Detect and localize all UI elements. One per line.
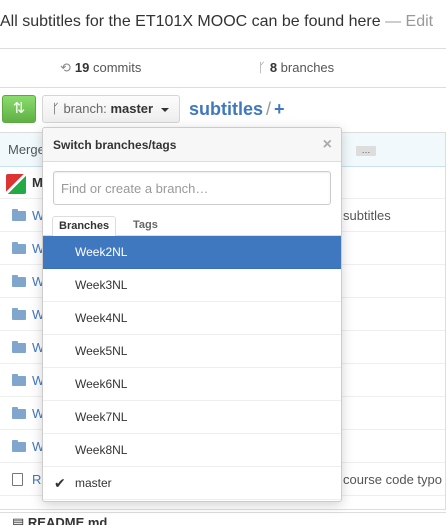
- repo-summary: ⟲ 19 commits ᚴ8 branches: [0, 48, 446, 88]
- branch-item-week3nl[interactable]: Week3NL: [43, 269, 341, 302]
- folder-icon: [12, 242, 26, 254]
- tab-branches[interactable]: Branches: [52, 216, 117, 237]
- folder-icon: [12, 341, 26, 353]
- folder-icon: [12, 374, 26, 386]
- folder-icon: [12, 440, 26, 452]
- file-icon: [12, 473, 23, 486]
- branch-item-label: Week7NL: [75, 410, 128, 424]
- menu-tabs: Branches Tags: [43, 214, 341, 237]
- git-branch-icon: ᚴ: [52, 101, 60, 116]
- menu-title: Switch branches/tags: [53, 138, 177, 152]
- menu-header: Switch branches/tags ×: [43, 128, 341, 162]
- branch-item-week2nl[interactable]: Week2NL: [43, 236, 341, 269]
- commits-count: 19: [74, 60, 90, 75]
- check-icon: ✔: [54, 475, 66, 491]
- branch-item-label: Week5NL: [75, 344, 128, 358]
- branch-item-week8nl[interactable]: Week8NL: [43, 434, 341, 467]
- branch-item-label: master: [75, 476, 112, 490]
- branch-item-label: Week3NL: [75, 278, 128, 292]
- new-file-link[interactable]: +: [274, 99, 285, 119]
- branches-link[interactable]: ᚴ8 branches: [258, 49, 334, 87]
- branch-item-label: Week8NL: [75, 443, 128, 457]
- commit-message-link[interactable]: Merge: [8, 142, 45, 157]
- branch-item-label: Week2NL: [75, 245, 128, 259]
- current-branch-name: master: [110, 101, 154, 116]
- branch-item-week7nl[interactable]: Week7NL: [43, 401, 341, 434]
- avatar[interactable]: [6, 173, 26, 194]
- readme-heading: ▤ README.md: [0, 512, 446, 525]
- file-navigation: ⇅ ᚴ branch: master subtitles / +: [0, 95, 446, 125]
- caret-down-icon: [160, 107, 169, 112]
- folder-icon: [12, 308, 26, 320]
- branches-label: branches: [280, 60, 335, 75]
- branch-item-label: Week4NL: [75, 311, 128, 325]
- repo-description: All subtitles for the ET101X MOOC can be…: [0, 0, 446, 44]
- branch-item-label: Week6NL: [75, 377, 128, 391]
- branch-select-button[interactable]: ᚴ branch: master: [42, 95, 180, 123]
- git-branch-icon: ᚴ: [258, 60, 266, 75]
- history-icon: ⟲: [60, 60, 71, 75]
- commits-link[interactable]: ⟲ 19 commits: [60, 49, 141, 87]
- file-commit-message[interactable]: subtitles: [343, 199, 391, 232]
- branch-prefix: branch:: [63, 101, 107, 116]
- branch-filter-input[interactable]: [53, 171, 331, 205]
- branch-item-week4nl[interactable]: Week4NL: [43, 302, 341, 335]
- readme-title: README.md: [27, 515, 108, 525]
- breadcrumb-separator: /: [266, 99, 272, 119]
- file-commit-message[interactable]: course code typo: [343, 463, 442, 496]
- breadcrumb: subtitles / +: [189, 95, 285, 123]
- commits-label: commits: [93, 60, 142, 75]
- branches-count: 8: [269, 60, 278, 75]
- book-icon: ▤: [12, 515, 25, 525]
- compare-button[interactable]: ⇅: [2, 95, 36, 123]
- expand-commit-button[interactable]: …: [356, 146, 376, 156]
- folder-icon: [12, 275, 26, 287]
- branch-select-menu: Switch branches/tags × Branches Tags Wee…: [42, 127, 342, 502]
- close-icon[interactable]: ×: [323, 128, 332, 162]
- tab-tags[interactable]: Tags: [127, 216, 164, 237]
- description-text: All subtitles for the ET101X MOOC can be…: [0, 13, 381, 30]
- branch-item-week6nl[interactable]: Week6NL: [43, 368, 341, 401]
- branch-item-master[interactable]: ✔ master: [43, 467, 341, 500]
- breadcrumb-root-link[interactable]: subtitles: [189, 99, 263, 119]
- menu-filter: [43, 162, 341, 214]
- folder-icon: [12, 407, 26, 419]
- branch-item-week5nl[interactable]: Week5NL: [43, 335, 341, 368]
- edit-description-link[interactable]: — Edit: [385, 13, 433, 30]
- compare-icon: ⇅: [12, 100, 26, 117]
- folder-icon: [12, 209, 26, 221]
